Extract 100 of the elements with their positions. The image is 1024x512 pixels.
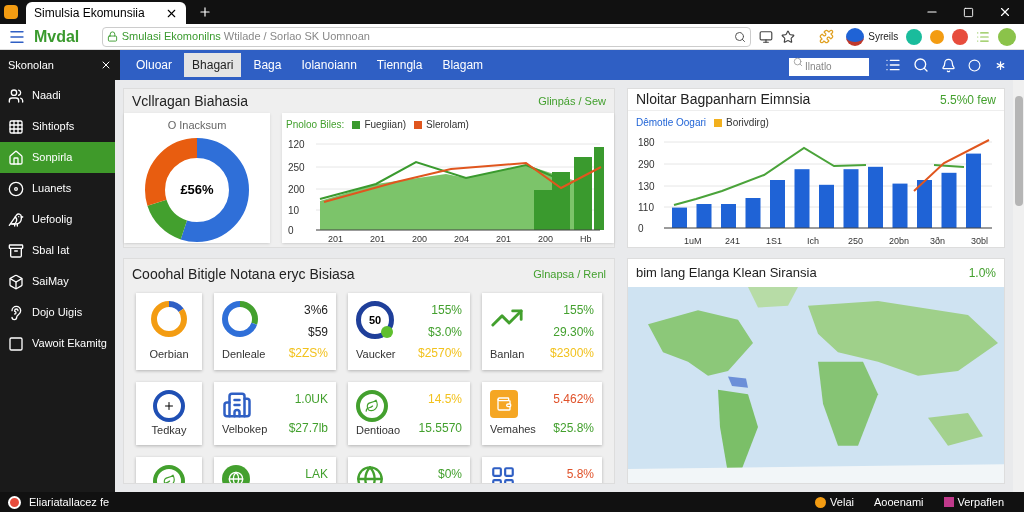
metric-value: 155%: [431, 302, 462, 319]
circle-icon[interactable]: [968, 58, 981, 72]
nav-tab[interactable]: Baga: [245, 53, 290, 77]
metric-value: 155%: [563, 302, 594, 319]
legend-title: Pnoloo Biles:: [286, 118, 345, 132]
metric-value: 5.8%: [566, 466, 594, 483]
sidebar-item[interactable]: Sbal Iat: [0, 235, 115, 266]
legend-label: Fuegiian): [364, 118, 407, 132]
status-text: Aooenami: [873, 494, 924, 510]
metric-value: $0%: [437, 466, 462, 483]
nav-tab[interactable]: Iolanoiann: [293, 53, 365, 77]
axis-label: 201: [496, 234, 512, 243]
card-figure: 5.5%0 few: [939, 91, 996, 109]
axis-label: 200: [538, 234, 554, 243]
donut-value: £56%: [180, 180, 214, 199]
metric-value: $3.0%: [427, 323, 462, 341]
metric-value: 3%6: [303, 302, 328, 319]
disc-icon: [8, 180, 24, 197]
sidebar-item[interactable]: Uefoolig: [0, 204, 115, 235]
sidebar-item[interactable]: Naadi: [0, 80, 115, 111]
donut-icon: [222, 301, 258, 337]
axis-label: 200: [288, 184, 305, 195]
people-icon: [8, 87, 24, 104]
axis-label: 120: [288, 139, 305, 150]
status-text: Verpaflen: [957, 494, 1004, 510]
tile-label: Banlan: [490, 346, 525, 362]
axis-label: 204: [454, 234, 470, 243]
browser-tab[interactable]: Simulsia Ekomunsiia: [26, 2, 186, 24]
maximize-icon[interactable]: [963, 6, 974, 18]
card-title: Cooohal Bitigle Notana eryc Bisiasa: [132, 264, 355, 284]
axis-label: 1uM: [684, 236, 702, 246]
sidebar-item[interactable]: Sihtiopfs: [0, 111, 115, 142]
sidebar-item[interactable]: Luanets: [0, 173, 115, 204]
bell-icon[interactable]: [941, 57, 956, 73]
tile-label: Velbokep: [222, 421, 268, 437]
metric-value: $2570%: [417, 345, 462, 362]
search-icon[interactable]: [913, 57, 929, 73]
card-title: Nloitar Bagpanharn Eimnsia: [636, 90, 811, 109]
extension-icon[interactable]: [952, 28, 969, 45]
metric-value: 29.30%: [553, 323, 594, 341]
sidebar-item[interactable]: SaiMay: [0, 266, 115, 297]
card-title: Vcllragan Biahasia: [132, 91, 248, 111]
ear-icon: [8, 304, 24, 321]
tile-label: Oerbian: [149, 346, 189, 362]
metric-value: 5.462%: [553, 391, 594, 408]
legend-label: Slerolam): [426, 118, 469, 132]
axis-label: 20bn: [889, 236, 910, 246]
search-field[interactable]: Ilnatlo: [789, 57, 869, 76]
donut-title: O Inacksum: [167, 118, 227, 133]
sidebar-item[interactable]: Dojo Uigis: [0, 297, 115, 328]
bird-icon: [8, 211, 24, 228]
leaf-ring-icon: [356, 390, 388, 422]
axis-label: 3ðn: [930, 236, 946, 246]
axis-label: 130: [638, 181, 655, 192]
metric-value: $25.8%: [553, 420, 594, 437]
close-icon[interactable]: [100, 59, 112, 71]
axis-label: 180: [638, 137, 655, 148]
metric-value: $2ZS%: [288, 345, 328, 362]
axis-label: 0: [288, 225, 294, 236]
legend-label: Borivdirg): [726, 116, 769, 130]
legend-title: Dêmotle Oogari: [636, 116, 707, 130]
lock-icon: [106, 31, 118, 42]
list-icon[interactable]: [885, 57, 901, 73]
search-icon[interactable]: [734, 30, 747, 43]
axis-label: 250: [848, 236, 864, 246]
url-text: Smulasi Ekomonilns Wtilade / Sorlao SK Uomnoan: [121, 29, 370, 45]
metric-value: $59: [307, 323, 328, 341]
nav-tab[interactable]: Blagam: [434, 53, 492, 77]
tile-label: Vemahes: [490, 421, 536, 437]
square-icon: [8, 335, 24, 352]
app-logo-icon: [4, 5, 18, 19]
cast-icon[interactable]: [759, 29, 774, 44]
search-icon: [793, 57, 803, 67]
house-icon: [222, 390, 252, 420]
profile-chip[interactable]: Syreils: [846, 27, 899, 46]
axis-label: 290: [638, 159, 655, 170]
tile-label: Dentioao: [356, 423, 401, 438]
axis-label: 250: [288, 162, 305, 173]
axis-label: 10: [288, 205, 300, 216]
status-text: Velai: [830, 494, 854, 510]
star-icon[interactable]: [781, 29, 796, 44]
axis-label: 200: [412, 234, 428, 243]
nav-tab[interactable]: Bhagari: [184, 53, 242, 77]
address-field[interactable]: Smulasi Ekomonilns Wtilade / Sorlao SK Uomnoan: [101, 26, 752, 47]
archive-icon: [8, 242, 24, 259]
close-icon[interactable]: [998, 5, 1012, 19]
metric-value: $27.7lb: [288, 420, 328, 437]
donut-icon: [151, 301, 187, 337]
card-title: bim lang Elanga Klean Siransia: [636, 264, 817, 283]
axis-label: Ich: [807, 236, 819, 246]
axis-label: 0: [638, 223, 644, 234]
nav-tab[interactable]: Tienngla: [368, 53, 431, 77]
new-tab-icon[interactable]: [198, 5, 212, 19]
axis-label: Hb: [580, 234, 592, 243]
nav-tab[interactable]: Oluoar: [128, 53, 181, 77]
wallet-icon: [490, 390, 518, 418]
status-square-icon: [943, 497, 954, 507]
sidebar-item[interactable]: Sonpirla: [0, 142, 115, 173]
badge-number: 50: [368, 312, 382, 328]
sidebar-item[interactable]: Vawoit Ekamitg: [0, 328, 115, 359]
